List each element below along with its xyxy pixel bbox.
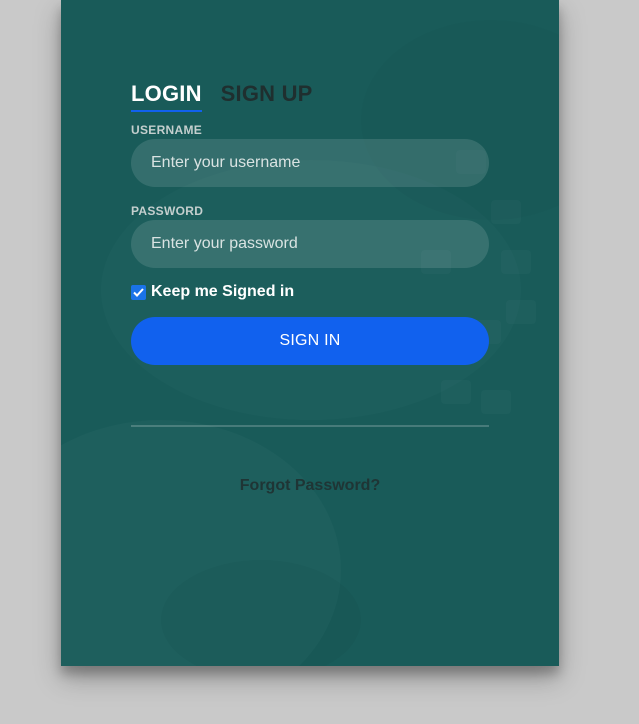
- username-input[interactable]: [131, 139, 489, 187]
- password-input[interactable]: [131, 220, 489, 268]
- tab-login[interactable]: LOGIN: [131, 80, 202, 112]
- tab-signup[interactable]: SIGN UP: [221, 80, 313, 112]
- username-label: USERNAME: [131, 123, 203, 137]
- remember-label[interactable]: Keep me Signed in: [151, 283, 294, 301]
- password-label: PASSWORD: [131, 204, 204, 218]
- login-card: LOGIN SIGN UP USERNAME PASSWORD Keep me …: [61, 0, 559, 666]
- remember-row: Keep me Signed in: [131, 283, 294, 301]
- remember-checkbox[interactable]: [131, 284, 146, 300]
- divider: [131, 425, 489, 427]
- check-icon: [133, 287, 144, 297]
- auth-tabs: LOGIN SIGN UP: [131, 80, 313, 112]
- sign-in-button[interactable]: SIGN IN: [131, 317, 489, 365]
- forgot-password-link[interactable]: Forgot Password?: [131, 477, 489, 495]
